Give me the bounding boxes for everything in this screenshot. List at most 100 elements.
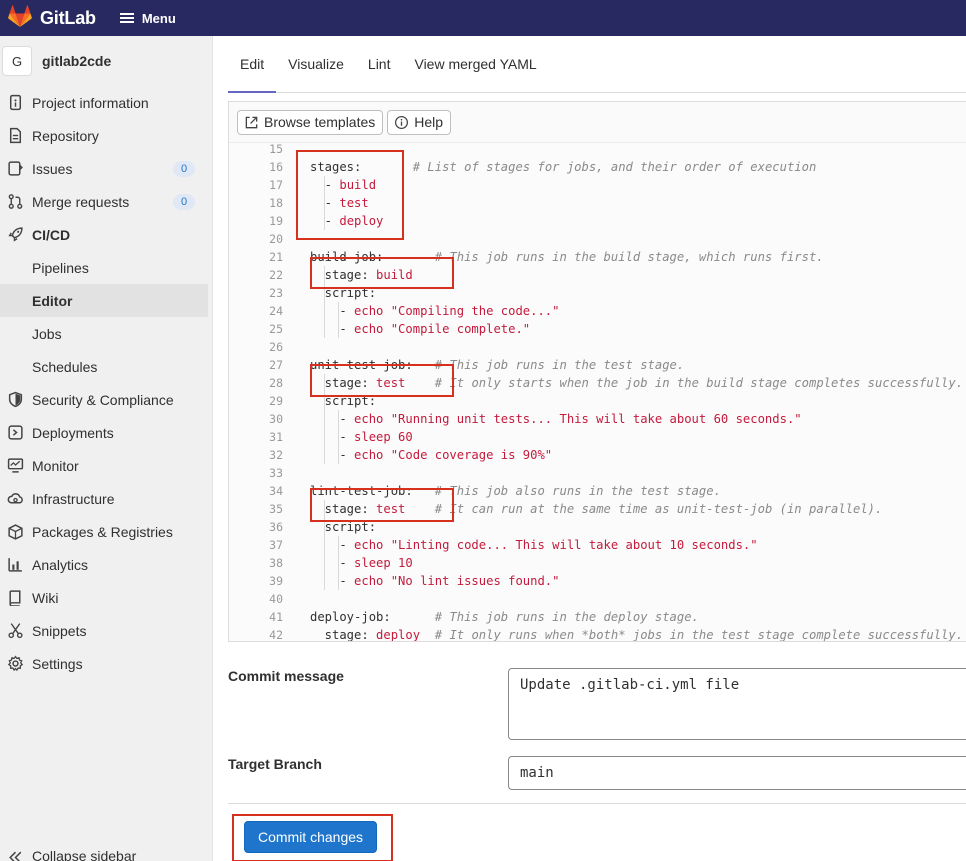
- deployments-icon: [8, 425, 23, 440]
- sidebar-item-infrastructure[interactable]: Infrastructure: [0, 482, 212, 515]
- sidebar-item-label: Deployments: [32, 424, 114, 441]
- line-number: 17: [269, 178, 283, 192]
- tab-visualize[interactable]: Visualize: [276, 35, 356, 92]
- code-key: deploy-job:: [310, 610, 391, 624]
- code-line: 33: [229, 464, 966, 482]
- sidebar-item-packages-registries[interactable]: Packages & Registries: [0, 515, 212, 548]
- tab-view-merged-yaml[interactable]: View merged YAML: [402, 35, 548, 92]
- sidebar-item-label: Merge requests: [32, 193, 130, 210]
- issues-count-badge: 0: [173, 161, 195, 177]
- line-number: 40: [269, 592, 283, 606]
- tab-edit[interactable]: Edit: [228, 35, 277, 93]
- code-line: 32 - echo "Code coverage is 90%": [229, 446, 966, 464]
- sidebar-project-header[interactable]: G gitlab2cde: [0, 36, 212, 86]
- browse-templates-button[interactable]: Browse templates: [237, 109, 384, 135]
- sidebar-item-wiki[interactable]: Wiki: [0, 581, 212, 614]
- sidebar-subitem-pipelines[interactable]: Pipelines: [0, 251, 212, 284]
- sidebar-item-snippets[interactable]: Snippets: [0, 614, 212, 647]
- sidebar-item-monitor[interactable]: Monitor: [0, 449, 212, 482]
- code-line: 30 - echo "Running unit tests... This wi…: [229, 410, 966, 428]
- indent-guide: [338, 536, 339, 590]
- highlight-stages-box: [296, 150, 404, 240]
- code-line: 31 - sleep 60: [229, 428, 966, 446]
- sidebar-item-repository[interactable]: Repository: [0, 119, 212, 152]
- line-number: 24: [269, 304, 283, 318]
- project-avatar: G: [2, 46, 32, 76]
- line-number: 34: [269, 484, 283, 498]
- sidebar-item-label: Wiki: [32, 589, 59, 606]
- line-number: 30: [269, 412, 283, 426]
- sidebar-item-deployments[interactable]: Deployments: [0, 416, 212, 449]
- project-name: gitlab2cde: [42, 53, 112, 69]
- code-key: -: [310, 430, 355, 444]
- gitlab-home-link[interactable]: GitLab: [8, 5, 96, 31]
- sidebar-subitem-schedules[interactable]: Schedules: [0, 350, 212, 383]
- code-text: - sleep 10: [310, 554, 412, 572]
- sidebar-item-project-information[interactable]: Project information: [0, 86, 212, 119]
- collapse-sidebar-button[interactable]: Collapse sidebar: [0, 845, 136, 861]
- menu-label: Menu: [141, 10, 176, 26]
- code-text: - echo "Code coverage is 90%": [310, 446, 552, 464]
- help-label: Help: [414, 114, 444, 130]
- sidebar-subitem-editor[interactable]: Editor: [0, 284, 208, 317]
- line-number: 16: [269, 160, 283, 174]
- line-number: 33: [269, 466, 283, 480]
- code-line: 42 stage: deploy # It only runs when *bo…: [229, 626, 966, 641]
- highlight-unit-test-stage-box: [310, 364, 454, 397]
- code-key: stage:: [310, 628, 377, 641]
- sidebar-subitem-jobs[interactable]: Jobs: [0, 317, 212, 350]
- doc-icon: [9, 127, 22, 144]
- code-comment: # It only starts when the job in the bui…: [434, 376, 964, 390]
- target-branch-input[interactable]: main: [508, 756, 966, 790]
- sidebar-item-label: Analytics: [32, 556, 89, 573]
- commit-message-label: Commit message: [228, 668, 344, 684]
- code-text: - echo "Running unit tests... This will …: [310, 410, 801, 428]
- gear-icon: [7, 655, 24, 672]
- book-icon: [9, 590, 21, 606]
- help-button[interactable]: Help: [387, 109, 452, 135]
- code-value: sleep 60: [354, 430, 413, 444]
- line-number: 32: [269, 448, 283, 462]
- indent-guide: [338, 302, 339, 338]
- code-value: echo "Linting code... This will take abo…: [354, 538, 758, 552]
- code-text: stage: deploy # It only runs when *both*…: [310, 626, 963, 641]
- code-text: - echo "Linting code... This will take a…: [310, 536, 758, 554]
- code-value: echo "Code coverage is 90%": [354, 448, 553, 462]
- sidebar-item-issues[interactable]: Issues 0: [0, 152, 212, 185]
- sidebar-item-merge-requests[interactable]: Merge requests 0: [0, 185, 212, 218]
- sidebar-item-cicd[interactable]: CI/CD: [0, 218, 212, 251]
- code-line: 40: [229, 590, 966, 608]
- tab-lint[interactable]: Lint: [356, 35, 403, 92]
- menu-button[interactable]: Menu: [119, 10, 176, 26]
- sidebar-item-settings[interactable]: Settings: [0, 647, 212, 680]
- sidebar-item-security-compliance[interactable]: Security & Compliance: [0, 383, 212, 416]
- code-key: -: [310, 538, 355, 552]
- code-value: echo "Compiling the code...": [354, 304, 560, 318]
- code-comment: # This job runs in the deploy stage.: [434, 610, 699, 624]
- commit-message-textarea[interactable]: Update .gitlab-ci.yml file: [508, 668, 966, 740]
- scissors-icon: [8, 623, 23, 639]
- code-comment: # This job runs in the build stage, whic…: [434, 250, 824, 264]
- code-key: [391, 610, 435, 624]
- line-number: 27: [269, 358, 283, 372]
- external-link-icon: [245, 116, 258, 128]
- highlight-lint-test-stage-box: [310, 488, 454, 522]
- code-text: - echo "Compile complete.": [310, 320, 530, 338]
- code-key: script:: [310, 520, 377, 534]
- line-number: 39: [269, 574, 283, 588]
- code-comment: # It only runs when *both* jobs in the t…: [434, 628, 964, 641]
- sidebar: G gitlab2cde Project information Reposit…: [0, 36, 213, 861]
- line-number: 22: [269, 268, 283, 282]
- line-number: 35: [269, 502, 283, 516]
- sidebar-item-analytics[interactable]: Analytics: [0, 548, 212, 581]
- line-number: 23: [269, 286, 283, 300]
- info-icon: [9, 94, 22, 111]
- monitor-icon: [7, 458, 24, 473]
- rocket-icon: [8, 227, 23, 242]
- line-number: 28: [269, 376, 283, 390]
- editor-tabs: Edit Visualize Lint View merged YAML: [228, 36, 966, 93]
- sidebar-item-label: Schedules: [32, 358, 98, 375]
- sidebar-item-label: CI/CD: [32, 226, 71, 243]
- sidebar-item-label: Pipelines: [32, 259, 89, 276]
- double-chevron-left-icon: [9, 851, 22, 861]
